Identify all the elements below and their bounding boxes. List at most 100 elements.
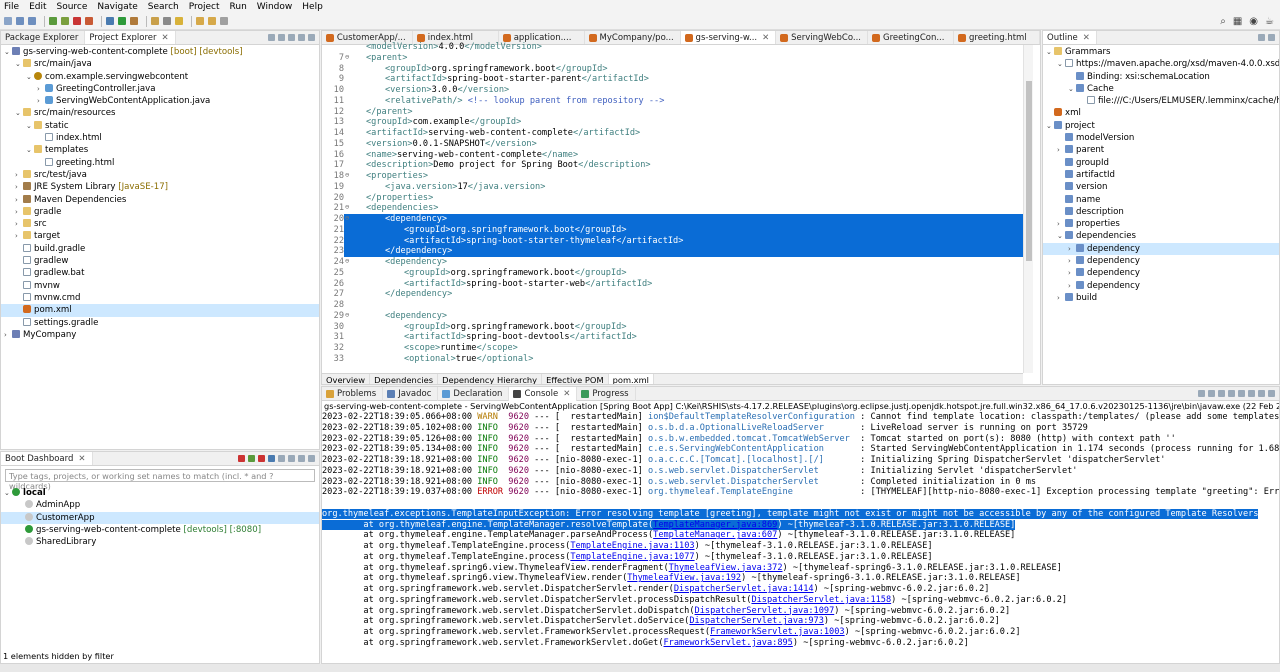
source-link[interactable]: DispatcherServlet.java:1097	[695, 606, 835, 616]
fold-icon[interactable]: ⊖	[345, 214, 349, 222]
editor-tab[interactable]: ServingWebCo...	[776, 31, 868, 44]
pin-console-icon[interactable]	[1228, 390, 1235, 397]
source-link[interactable]: TemplateManager.java:869	[653, 520, 777, 530]
tree-item[interactable]: description	[1043, 206, 1279, 218]
tree-item[interactable]: › parent	[1043, 144, 1279, 156]
close-icon[interactable]: ✕	[762, 33, 769, 43]
fold-icon[interactable]: ⊖	[345, 311, 349, 319]
maximize-icon[interactable]	[1268, 390, 1275, 397]
boot-app-item[interactable]: AdminApp	[1, 499, 319, 511]
relaunch-icon[interactable]	[85, 17, 93, 25]
scroll-lock-icon[interactable]	[1208, 390, 1215, 397]
tree-item[interactable]: ⌄ static	[1, 120, 319, 132]
expand-toggle-icon[interactable]: ⌄	[1057, 58, 1065, 70]
tree-item[interactable]: index.html	[1, 132, 319, 144]
source-link[interactable]: FrameworkServlet.java:1003	[710, 627, 845, 637]
expand-toggle-icon[interactable]: ⌄	[1046, 46, 1054, 58]
expand-toggle-icon[interactable]: ›	[15, 194, 23, 206]
tree-item[interactable]: ⌄ gs-serving-web-content-complete [boot] …	[1, 46, 319, 58]
pom-tab[interactable]: Dependency Hierarchy	[438, 374, 543, 384]
expand-toggle-icon[interactable]: ›	[15, 218, 23, 230]
editor-tab[interactable]: greeting.html	[954, 31, 1040, 44]
tree-item[interactable]: name	[1043, 194, 1279, 206]
perspective-icon[interactable]: ▦	[1233, 16, 1242, 27]
menu-item-source[interactable]: Source	[57, 2, 88, 12]
tree-item[interactable]: › src/test/java	[1, 169, 319, 181]
console-tab[interactable]: Javadoc	[383, 387, 439, 401]
clear-console-icon[interactable]	[1198, 390, 1205, 397]
expand-toggle-icon[interactable]: ⌄	[26, 71, 34, 83]
open-browser-icon[interactable]	[268, 455, 275, 462]
expand-toggle-icon[interactable]: ⌄	[1057, 230, 1065, 242]
console-output[interactable]: 2023-02-22T18:39:05.066+08:00 WARN 9620 …	[322, 412, 1279, 649]
debug-run-icon[interactable]	[106, 17, 114, 25]
tree-item[interactable]: settings.gradle	[1, 317, 319, 329]
console-tab[interactable]: Problems	[322, 387, 384, 401]
expand-toggle-icon[interactable]: ›	[15, 169, 23, 181]
search-icon[interactable]	[163, 17, 171, 25]
tree-item[interactable]: ⌄ com.example.servingwebcontent	[1, 71, 319, 83]
pom-tab[interactable]: Dependencies	[370, 374, 439, 384]
tree-item[interactable]: artifactId	[1043, 169, 1279, 181]
boot-app-item[interactable]: CustomerApp	[1, 511, 319, 524]
expand-toggle-icon[interactable]: ›	[1068, 280, 1076, 292]
tree-item[interactable]: › gradle	[1, 206, 319, 218]
pom-tab[interactable]: Effective POM	[542, 374, 609, 384]
config-icon[interactable]	[288, 455, 295, 462]
tab-package-explorer[interactable]: Package Explorer	[1, 31, 86, 44]
source-link[interactable]: ThymeleafView.java:192	[627, 573, 741, 583]
source-link[interactable]: TemplateManager.java:607	[653, 530, 777, 540]
pom-tab[interactable]: pom.xml	[608, 374, 654, 384]
display-console-icon[interactable]	[1238, 390, 1245, 397]
external-tools-icon[interactable]	[130, 17, 138, 25]
collapse-all-icon[interactable]	[268, 34, 275, 41]
menu-item-edit[interactable]: Edit	[29, 2, 46, 12]
pin-icon[interactable]	[220, 17, 228, 25]
tree-item[interactable]: › Maven Dependencies	[1, 194, 319, 206]
tree-item[interactable]: › properties	[1043, 218, 1279, 230]
open-type-icon[interactable]	[151, 17, 159, 25]
tree-item[interactable]: gradlew	[1, 255, 319, 267]
tree-item[interactable]: build.gradle	[1, 243, 319, 255]
expand-toggle-icon[interactable]: ⌄	[1046, 120, 1054, 132]
tree-item[interactable]: › dependency	[1043, 242, 1279, 256]
tab-outline[interactable]: Outline ✕	[1043, 31, 1097, 44]
debug-icon[interactable]	[248, 455, 255, 462]
source-link[interactable]: DispatcherServlet.java:973	[689, 616, 824, 626]
console-icon[interactable]	[278, 455, 285, 462]
tree-item[interactable]: gradlew.bat	[1, 267, 319, 279]
source-link[interactable]: DispatcherServlet.java:1158	[751, 595, 891, 605]
expand-toggle-icon[interactable]: ›	[1057, 292, 1065, 304]
expand-toggle-icon[interactable]: ›	[15, 206, 23, 218]
tree-item[interactable]: › JRE System Library [JavaSE-17]	[1, 181, 319, 193]
tree-item[interactable]: › ServingWebContentApplication.java	[1, 95, 319, 107]
menu-item-window[interactable]: Window	[257, 2, 293, 12]
expand-toggle-icon[interactable]: ›	[1068, 255, 1076, 267]
fold-icon[interactable]: ⊖	[345, 53, 349, 61]
tree-item[interactable]: ⌄ dependencies	[1043, 230, 1279, 242]
exception-message[interactable]: org.thymeleaf.exceptions.TemplateInputEx…	[322, 508, 1259, 519]
editor-tab[interactable]: gs-serving-w... ✕	[680, 31, 777, 44]
boot-icon[interactable]	[49, 17, 57, 25]
close-icon[interactable]: ✕	[563, 389, 570, 399]
expand-toggle-icon[interactable]: ›	[1057, 144, 1065, 156]
stop-icon[interactable]	[258, 455, 265, 462]
expand-toggle-icon[interactable]: ⌄	[4, 46, 12, 58]
minimize-icon[interactable]	[308, 455, 315, 462]
minimize-icon[interactable]	[1258, 390, 1265, 397]
console-tab[interactable]: Declaration	[438, 387, 510, 401]
menu-item-project[interactable]: Project	[189, 2, 220, 12]
tree-item[interactable]: modelVersion	[1043, 132, 1279, 144]
console-tab[interactable]: Progress	[577, 387, 636, 401]
fold-icon[interactable]: ⊖	[345, 203, 349, 211]
save-icon[interactable]	[16, 17, 24, 25]
tree-item[interactable]: xml	[1043, 107, 1279, 119]
tree-item[interactable]: › src	[1, 218, 319, 230]
menu-item-run[interactable]: Run	[230, 2, 247, 12]
expand-toggle-icon[interactable]: ⌄	[26, 144, 34, 156]
tree-item[interactable]: › GreetingController.java	[1, 83, 319, 95]
menu-item-help[interactable]: Help	[302, 2, 323, 12]
save-all-icon[interactable]	[28, 17, 36, 25]
annotation-icon[interactable]	[175, 17, 183, 25]
word-wrap-icon[interactable]	[1218, 390, 1225, 397]
